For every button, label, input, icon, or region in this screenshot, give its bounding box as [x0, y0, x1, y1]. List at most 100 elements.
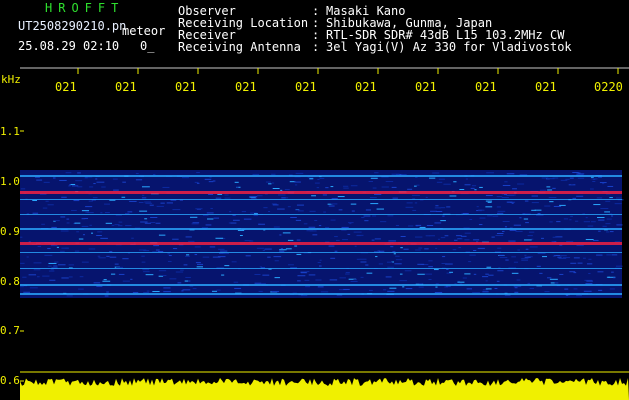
- noise-speck: [245, 255, 251, 257]
- noise-speck: [163, 287, 171, 289]
- noise-speck: [65, 247, 69, 249]
- noise-speck: [562, 257, 571, 259]
- noise-speck: [141, 261, 146, 263]
- noise-speck: [173, 248, 178, 250]
- noise-speck: [297, 280, 301, 282]
- noise-speck: [365, 264, 369, 266]
- noise-speck: [399, 273, 403, 275]
- noise-speck: [391, 186, 397, 188]
- noise-speck: [144, 218, 148, 220]
- noise-speck: [556, 221, 561, 223]
- noise-speck: [118, 273, 125, 275]
- noise-speck: [208, 181, 214, 183]
- noise-speck: [598, 289, 603, 291]
- noise-speck: [462, 212, 469, 214]
- noise-speck: [524, 200, 529, 202]
- noise-speck: [84, 177, 88, 179]
- noise-speck: [243, 218, 252, 220]
- noise-speck: [319, 177, 325, 179]
- noise-speck: [552, 236, 557, 238]
- noise-speck: [337, 196, 345, 198]
- noise-speck: [274, 277, 280, 279]
- noise-speck: [573, 272, 577, 274]
- noise-speck: [104, 203, 110, 205]
- noise-speck: [585, 239, 594, 241]
- noise-speck: [349, 223, 352, 225]
- noise-speck: [47, 265, 52, 267]
- time-tick-label: 021: [235, 80, 257, 94]
- noise-speck: [205, 224, 212, 226]
- noise-speck: [61, 196, 67, 198]
- noise-speck: [78, 238, 84, 240]
- noise-speck: [517, 249, 520, 251]
- noise-speck: [368, 180, 374, 182]
- noise-speck: [387, 215, 394, 217]
- noise-speck: [191, 223, 199, 225]
- noise-speck: [300, 271, 307, 273]
- noise-speck: [512, 188, 517, 190]
- noise-speck: [96, 181, 105, 183]
- noise-speck: [155, 222, 161, 224]
- noise-speck: [591, 221, 596, 223]
- noise-speck: [499, 257, 508, 259]
- noise-speck: [598, 230, 601, 232]
- noise-speck: [425, 273, 433, 275]
- noise-speck: [429, 177, 436, 179]
- noise-speck: [383, 289, 387, 291]
- noise-speck: [232, 219, 240, 221]
- noise-speck: [354, 245, 357, 247]
- noise-speck: [498, 254, 505, 256]
- noise-speck: [491, 236, 495, 238]
- noise-speck: [56, 246, 59, 248]
- noise-speck: [54, 261, 59, 263]
- noise-speck: [559, 204, 566, 206]
- noise-speck: [613, 277, 616, 279]
- noise-speck: [433, 269, 439, 271]
- noise-speck: [334, 250, 338, 252]
- noise-speck: [417, 273, 425, 275]
- noise-speck: [279, 250, 285, 252]
- noise-speck: [395, 255, 400, 257]
- noise-speck: [50, 245, 58, 247]
- noise-speck: [257, 195, 263, 197]
- noise-speck: [272, 204, 279, 206]
- noise-speck: [452, 249, 457, 251]
- noise-speck: [559, 255, 567, 257]
- noise-speck: [317, 262, 321, 264]
- noise-speck: [444, 286, 448, 288]
- noise-speck: [426, 225, 434, 227]
- noise-speck: [430, 210, 437, 212]
- noise-speck: [564, 288, 569, 290]
- noise-speck: [320, 291, 329, 293]
- noise-speck: [328, 205, 335, 207]
- noise-speck: [497, 210, 506, 212]
- noise-speck: [372, 215, 377, 217]
- noise-speck: [375, 256, 378, 258]
- noise-speck: [404, 270, 412, 272]
- noise-speck: [560, 179, 568, 181]
- noise-speck: [486, 266, 492, 268]
- noise-speck: [402, 286, 405, 288]
- noise-speck: [71, 209, 77, 211]
- noise-speck: [32, 212, 39, 214]
- noise-speck: [366, 272, 373, 274]
- noise-speck: [102, 280, 111, 282]
- noise-speck: [495, 235, 504, 237]
- zero-label: 0_: [140, 39, 155, 53]
- noise-speck: [279, 234, 282, 236]
- noise-speck: [415, 176, 418, 178]
- signal-line: [20, 199, 622, 200]
- noise-speck: [614, 203, 622, 205]
- noise-speck: [175, 271, 184, 273]
- noise-speck: [194, 254, 198, 256]
- noise-speck: [602, 225, 607, 227]
- noise-speck: [196, 266, 203, 268]
- noise-speck: [22, 276, 27, 278]
- noise-speck: [217, 193, 223, 195]
- noise-speck: [318, 225, 322, 227]
- noise-speck: [360, 261, 367, 263]
- noise-speck: [539, 272, 543, 274]
- noise-speck: [23, 291, 31, 293]
- noise-speck: [145, 274, 154, 276]
- noise-speck: [206, 212, 214, 214]
